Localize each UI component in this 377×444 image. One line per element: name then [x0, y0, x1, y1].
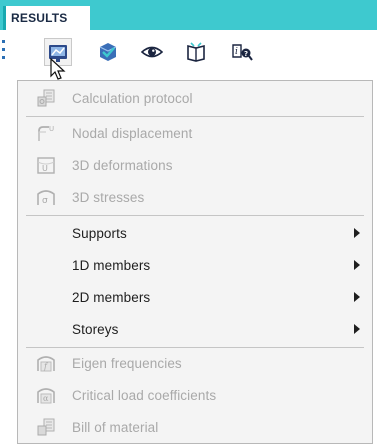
3d-stresses-icon: σ — [36, 187, 56, 207]
menu-item-eigen-frequencies[interactable]: f Eigen frequencies — [18, 347, 372, 379]
3d-deformations-icon: U — [36, 155, 56, 175]
svg-text:U: U — [49, 125, 54, 133]
menu-item-label: Bill of material — [72, 419, 159, 435]
menu-separator — [26, 215, 364, 216]
svg-text:?: ? — [244, 50, 248, 58]
menu-item-label: Calculation protocol — [72, 90, 193, 106]
menu-item-label: Nodal displacement — [72, 125, 193, 141]
menu-item-nodal-displacement[interactable]: U Nodal displacement — [18, 117, 372, 149]
svg-text:σ: σ — [42, 196, 48, 206]
tab-results[interactable]: RESULTS — [3, 6, 90, 30]
menu-item-label: Supports — [72, 225, 127, 241]
submenu-arrow-icon — [354, 292, 360, 302]
menu-item-label: Eigen frequencies — [72, 355, 182, 371]
bill-of-material-icon — [36, 417, 56, 437]
check-model-icon — [99, 43, 117, 61]
critical-load-coefficients-icon: α — [36, 385, 56, 405]
results-toolbar: i ? — [0, 30, 377, 80]
info-search-button[interactable]: i ? — [228, 38, 256, 66]
menu-item-calculation-protocol[interactable]: Calculation protocol — [18, 82, 372, 114]
menu-item-label: 1D members — [72, 257, 151, 273]
ribbon-tab-strip: RESULTS — [0, 0, 377, 30]
menu-item-bill-of-material[interactable]: Bill of material — [18, 411, 372, 443]
submenu-arrow-icon — [354, 260, 360, 270]
menu-item-label: Critical load coefficients — [72, 387, 217, 403]
submenu-arrow-icon — [354, 228, 360, 238]
menu-item-critical-load-coefficients[interactable]: α Critical load coefficients — [18, 379, 372, 411]
results-view-icon — [49, 45, 67, 62]
book-button[interactable] — [182, 38, 210, 66]
menu-item-supports[interactable]: Supports — [18, 217, 372, 249]
nodal-displacement-icon: U — [36, 123, 56, 143]
calculation-protocol-icon — [36, 88, 56, 108]
results-view-button[interactable] — [44, 38, 72, 66]
submenu-arrow-icon — [354, 324, 360, 334]
menu-item-label: 3D stresses — [72, 189, 145, 205]
menu-item-3d-deformations[interactable]: U 3D deformations — [18, 149, 372, 181]
menu-item-3d-stresses[interactable]: σ 3D stresses — [18, 181, 372, 213]
toolbar-grip-icon — [2, 40, 5, 59]
menu-item-2d-members[interactable]: 2D members — [18, 281, 372, 313]
menu-item-storeys[interactable]: Storeys — [18, 313, 372, 345]
menu-item-label: 3D deformations — [72, 157, 173, 173]
eye-button[interactable] — [138, 38, 166, 66]
eye-icon — [141, 46, 163, 58]
svg-text:α: α — [43, 394, 49, 403]
info-search-icon: i ? — [232, 44, 253, 61]
book-icon — [187, 42, 205, 62]
menu-item-label: 2D members — [72, 289, 151, 305]
menu-item-1d-members[interactable]: 1D members — [18, 249, 372, 281]
check-model-button[interactable] — [93, 38, 121, 66]
eigen-frequencies-icon: f — [36, 353, 56, 373]
svg-text:U: U — [42, 164, 48, 173]
svg-text:i: i — [235, 47, 238, 57]
results-dropdown-menu: Calculation protocol U Nodal displacemen… — [17, 80, 373, 444]
menu-item-label: Storeys — [72, 321, 119, 337]
